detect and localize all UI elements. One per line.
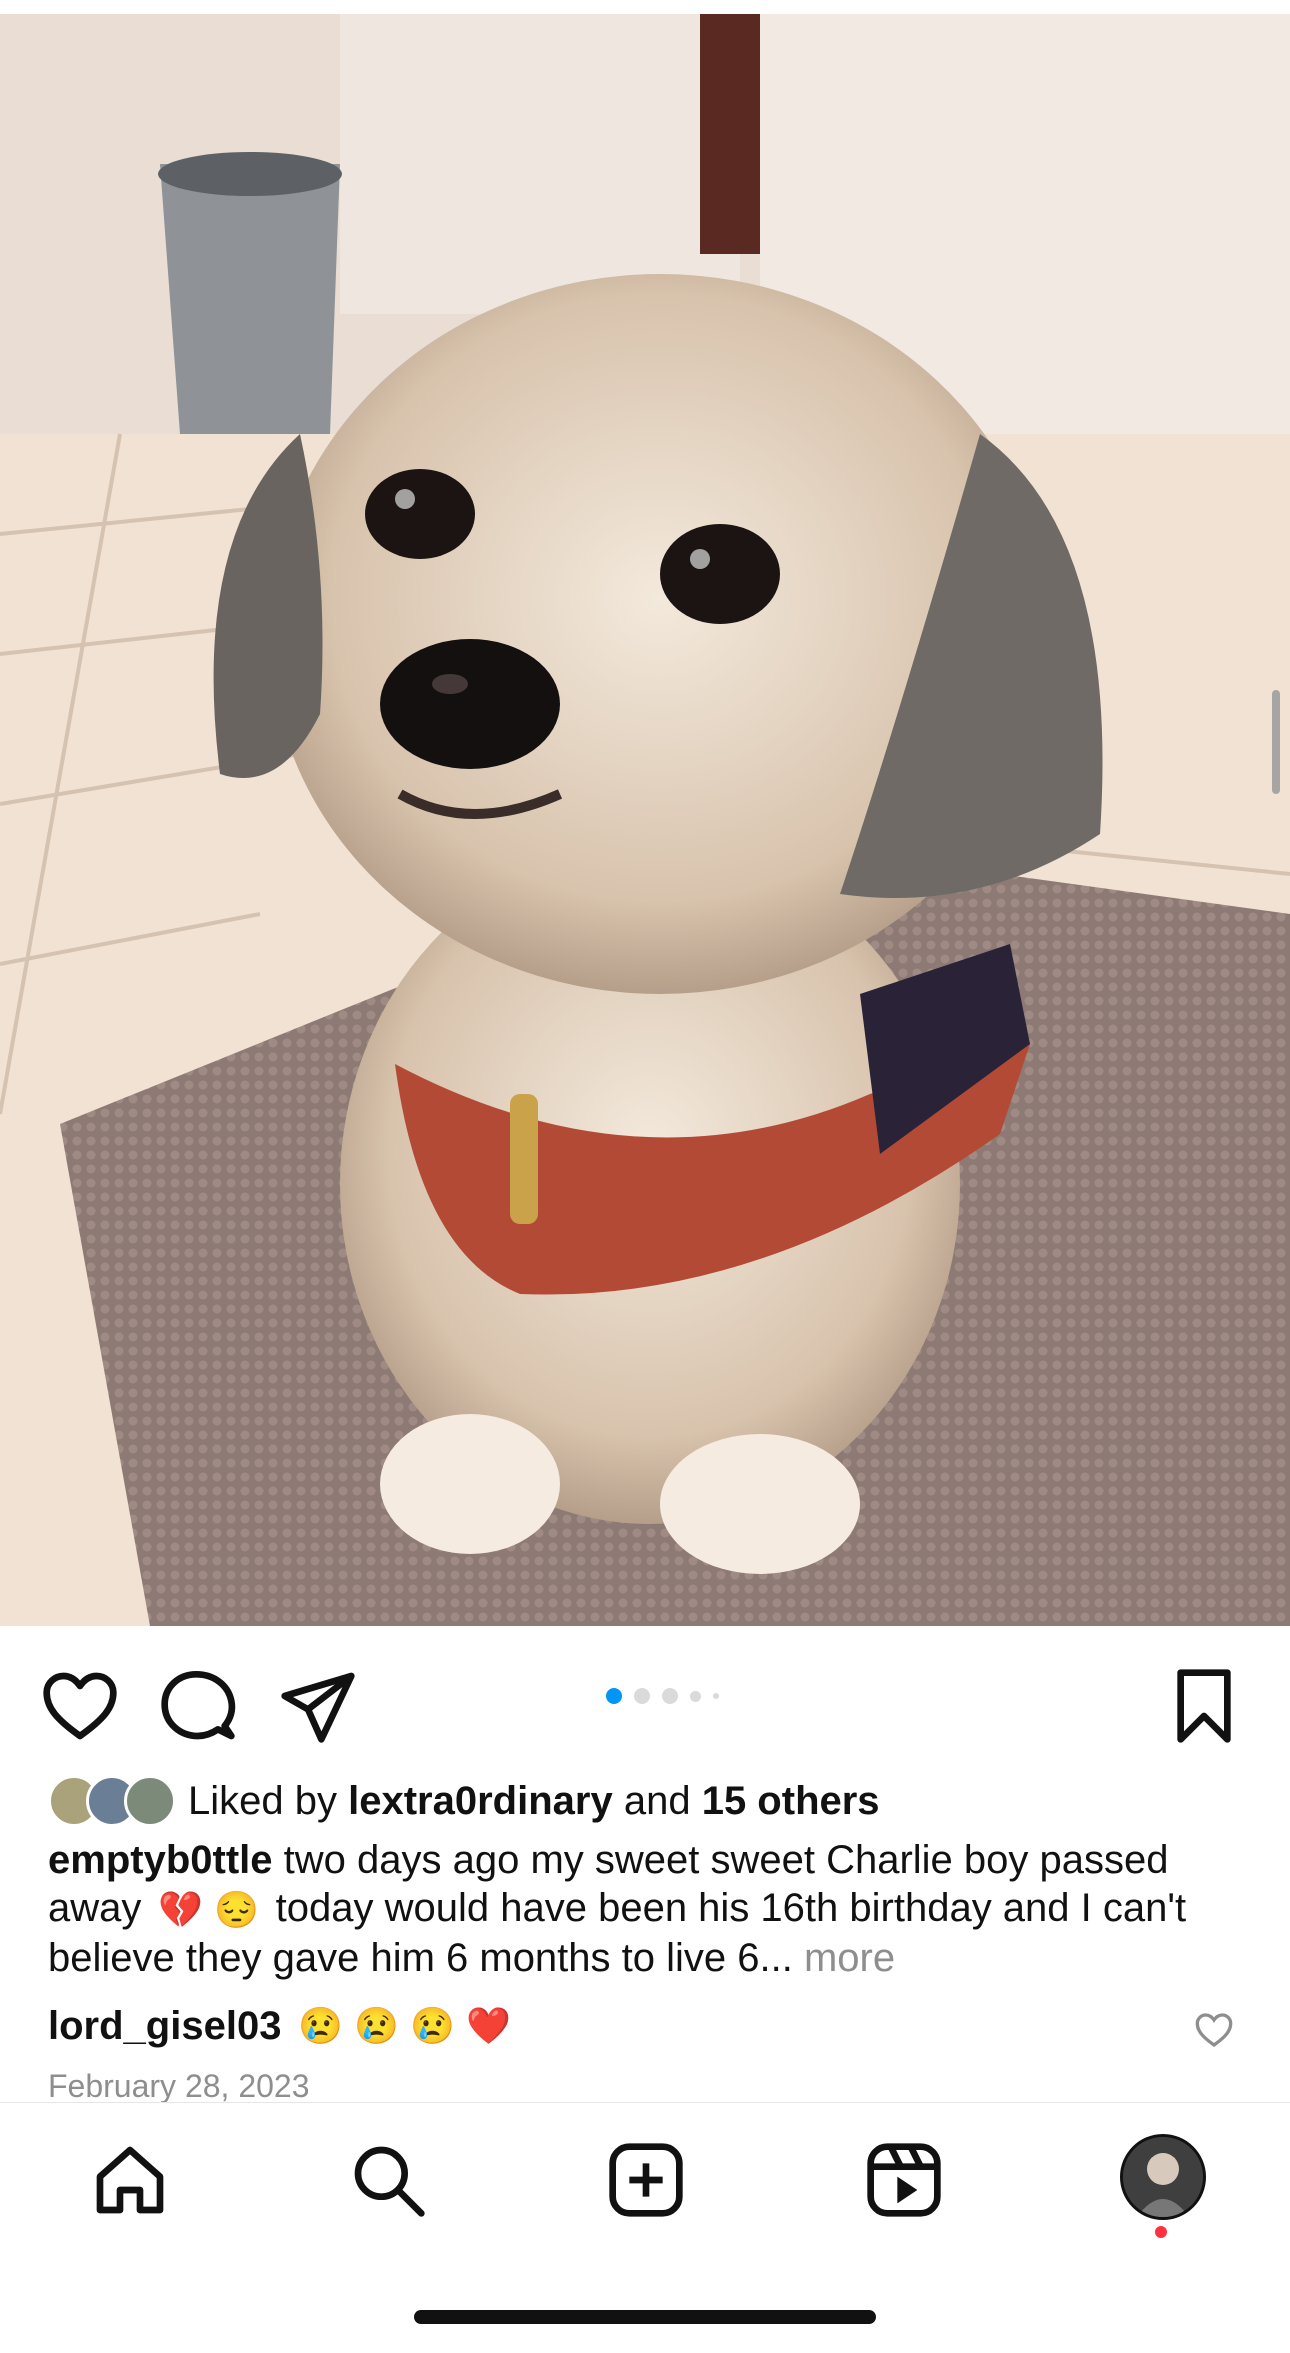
- likes-connector: and: [623, 1778, 691, 1823]
- post-photo[interactable]: [0, 14, 1290, 1626]
- comment-row[interactable]: lord_gisel03 😢 😢 😢 ❤️: [48, 2000, 1248, 2052]
- notification-dot: [1155, 2226, 1167, 2238]
- reels-icon[interactable]: [864, 2140, 944, 2220]
- heart-icon[interactable]: [40, 1666, 120, 1746]
- comment-heart-icon[interactable]: [1194, 2010, 1234, 2050]
- more-link[interactable]: more: [804, 1936, 895, 1980]
- crying-face-emoji: 😢: [354, 2005, 399, 2046]
- crying-face-emoji: 😢: [410, 2005, 455, 2046]
- carousel-pagination[interactable]: [606, 1686, 719, 1706]
- likes-prefix: Liked by: [188, 1778, 337, 1823]
- post-date: February 28, 2023: [48, 2068, 310, 2104]
- dog-photo-illustration: [0, 14, 1290, 1626]
- liker-username[interactable]: lextra0rdinary: [348, 1779, 613, 1824]
- crying-face-emoji: 😢: [298, 2005, 343, 2046]
- page-dot: [634, 1688, 650, 1704]
- comment-icon[interactable]: [158, 1666, 238, 1746]
- page-dot: [690, 1690, 701, 1702]
- likes-others[interactable]: 15 others: [702, 1779, 880, 1824]
- likes-summary[interactable]: Liked by lextra0rdinary and 15 others: [48, 1775, 880, 1827]
- red-heart-emoji: ❤️: [466, 2005, 511, 2046]
- scroll-indicator[interactable]: [1272, 690, 1280, 794]
- pensive-face-emoji: 😔: [214, 1889, 259, 1931]
- home-indicator: [414, 2310, 876, 2324]
- bookmark-icon[interactable]: [1164, 1666, 1244, 1746]
- home-icon[interactable]: [90, 2140, 170, 2220]
- send-icon[interactable]: [278, 1666, 358, 1746]
- search-icon[interactable]: [348, 2140, 428, 2220]
- create-icon[interactable]: [606, 2140, 686, 2220]
- post-caption[interactable]: emptyb0ttle two days ago my sweet sweet …: [48, 1836, 1248, 1982]
- comment-username[interactable]: lord_gisel03: [48, 2000, 281, 2052]
- page-dot-active: [606, 1688, 622, 1704]
- profile-avatar[interactable]: [1120, 2134, 1206, 2220]
- page-dot: [662, 1688, 678, 1704]
- caption-username[interactable]: emptyb0ttle: [48, 1838, 273, 1882]
- page-dot: [713, 1693, 719, 1699]
- liker-avatars: [48, 1775, 176, 1827]
- broken-heart-emoji: 💔: [158, 1889, 203, 1931]
- avatar: [124, 1775, 176, 1827]
